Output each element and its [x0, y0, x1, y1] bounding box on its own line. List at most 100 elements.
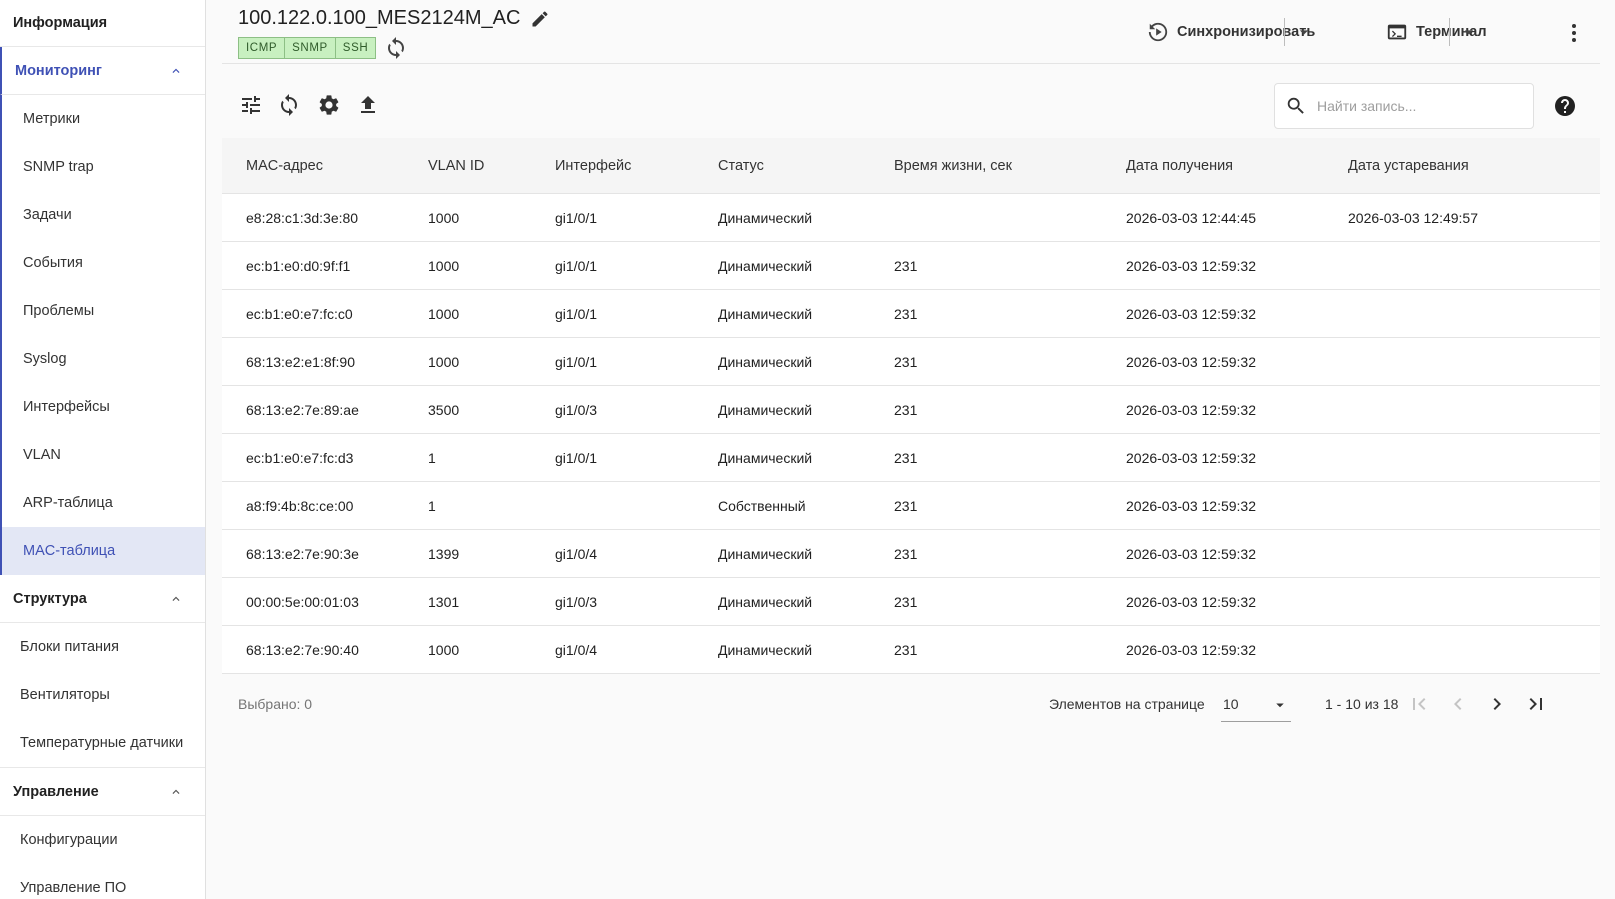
next-page-icon[interactable] [1485, 692, 1509, 716]
sync-button[interactable]: Синхронизировать [1147, 18, 1315, 46]
gear-icon[interactable] [317, 93, 341, 117]
search-box [1274, 83, 1534, 129]
cell-received: 2026-03-03 12:59:32 [1126, 641, 1256, 658]
cell-interface: gi1/0/4 [555, 545, 598, 562]
cell-mac: e8:28:c1:3d:3e:80 [246, 209, 359, 226]
cell-ttl: 231 [894, 641, 918, 658]
sidebar: Информация Мониторинг Метрики SNMP trap … [0, 0, 206, 899]
cell-ttl: 231 [894, 257, 918, 274]
refresh-icon[interactable] [384, 36, 408, 60]
table-row[interactable]: 68:13:e2:7e:89:ae 3500 gi1/0/3 Динамический… [222, 386, 1600, 434]
sidebar-group-structure[interactable]: Структура [0, 575, 205, 623]
sidebar-item-label: События [23, 255, 83, 271]
last-page-icon[interactable] [1524, 692, 1548, 716]
cell-status: Динамический [718, 257, 813, 274]
refresh-icon[interactable] [277, 93, 301, 117]
sync-play-icon [1148, 22, 1168, 42]
table-row[interactable]: a8:f9:4b:8c:ce:00 1 Собственный 231 2026-03-… [222, 482, 1600, 530]
cell-mac: 68:13:e2:7e:89:ae [246, 401, 359, 418]
more-vert-icon[interactable] [1562, 21, 1586, 45]
sidebar-item-configurations[interactable]: Конфигурации [0, 816, 205, 864]
cell-interface: gi1/0/4 [555, 641, 598, 658]
sidebar-item-arp-table[interactable]: ARP-таблица [2, 479, 205, 527]
help-icon[interactable] [1553, 94, 1577, 118]
sidebar-item-events[interactable]: События [2, 239, 205, 287]
sidebar-item-software-management[interactable]: Управление ПО [0, 864, 205, 899]
chevron-up-icon [169, 785, 183, 799]
table-row[interactable]: 68:13:e2:e1:8f:90 1000 gi1/0/1 Динамический… [222, 338, 1600, 386]
table-body: e8:28:c1:3d:3e:80 1000 gi1/0/1 Динамический… [222, 194, 1600, 674]
sidebar-group-label: Управление [13, 783, 99, 800]
sidebar-item-syslog[interactable]: Syslog [2, 335, 205, 383]
sidebar-group-management-items: Конфигурации Управление ПО [0, 816, 205, 899]
table-row[interactable]: 68:13:e2:7e:90:3e 1399 gi1/0/4 Динамический… [222, 530, 1600, 578]
cell-status: Динамический [718, 401, 813, 418]
table-row[interactable]: 00:00:5e:00:01:03 1301 gi1/0/3 Динамический… [222, 578, 1600, 626]
table-toolbar [222, 64, 1600, 138]
page-range: 1 - 10 из 18 [1325, 696, 1399, 712]
sidebar-item-temperature-sensors[interactable]: Температурные датчики [0, 719, 205, 767]
paginator: Выбрано: 0 Элементов на странице 10 1 - … [222, 676, 1600, 732]
table-row[interactable]: ec:b1:e0:e7:fc:d3 1 gi1/0/1 Динамический 231… [222, 434, 1600, 482]
sidebar-item-interfaces[interactable]: Интерфейсы [2, 383, 205, 431]
sidebar-item-label: Температурные датчики [20, 735, 184, 751]
sidebar-item-power-supplies[interactable]: Блоки питания [0, 623, 205, 671]
cell-ttl: 231 [894, 497, 918, 514]
sidebar-item-info[interactable]: Информация [0, 0, 205, 47]
sidebar-item-label: VLAN [23, 447, 61, 463]
cell-received: 2026-03-03 12:59:32 [1126, 545, 1256, 562]
first-page-icon[interactable] [1407, 692, 1431, 716]
cell-vlan: 1399 [428, 545, 460, 562]
column-header-expires[interactable]: Дата устаревания [1348, 158, 1600, 174]
sidebar-item-label: Syslog [23, 351, 67, 367]
sidebar-item-snmp-trap[interactable]: SNMP trap [2, 143, 205, 191]
upload-icon[interactable] [356, 93, 380, 117]
table-row[interactable]: 68:13:e2:7e:90:40 1000 gi1/0/4 Динамический… [222, 626, 1600, 674]
protocol-badge-icmp: ICMP [238, 37, 286, 59]
search-input[interactable] [1317, 84, 1527, 128]
sidebar-item-label: ARP-таблица [23, 495, 113, 511]
page-title: 100.122.0.100_MES2124M_AC [238, 7, 521, 29]
mac-table: MAC-адрес VLAN ID Интерфейс Статус Время… [222, 138, 1600, 674]
column-header-received[interactable]: Дата получения [1126, 158, 1348, 174]
sidebar-item-label: Управление ПО [20, 880, 127, 896]
tune-icon[interactable] [239, 93, 263, 117]
sidebar-group-label: Структура [13, 590, 87, 607]
sidebar-item-label: SNMP trap [23, 159, 94, 175]
sidebar-group-monitoring[interactable]: Мониторинг [0, 47, 205, 95]
column-header-vlan[interactable]: VLAN ID [428, 158, 555, 174]
sidebar-item-metrics[interactable]: Метрики [2, 95, 205, 143]
cell-ttl: 231 [894, 449, 918, 466]
sidebar-group-monitoring-items: Метрики SNMP trap Задачи События Проблем… [0, 95, 205, 575]
prev-page-icon[interactable] [1446, 692, 1470, 716]
per-page-label: Элементов на странице [1049, 696, 1205, 712]
divider [1284, 18, 1285, 46]
column-header-ttl[interactable]: Время жизни, сек [894, 158, 1126, 174]
table-row[interactable]: e8:28:c1:3d:3e:80 1000 gi1/0/1 Динамический… [222, 194, 1600, 242]
per-page-value: 10 [1223, 696, 1239, 712]
cell-received: 2026-03-03 12:59:32 [1126, 449, 1256, 466]
chevron-down-icon[interactable] [1294, 22, 1314, 42]
sidebar-item-problems[interactable]: Проблемы [2, 287, 205, 335]
cell-status: Динамический [718, 641, 813, 658]
pencil-icon[interactable] [530, 9, 550, 29]
sidebar-item-mac-table[interactable]: MAC-таблица [2, 527, 205, 575]
cell-mac: ec:b1:e0:e7:fc:c0 [246, 305, 353, 322]
per-page-select[interactable]: 10 [1221, 688, 1291, 722]
sidebar-item-fans[interactable]: Вентиляторы [0, 671, 205, 719]
chevron-up-icon [169, 592, 183, 606]
chevron-down-icon[interactable] [1459, 22, 1479, 42]
sidebar-group-label: Мониторинг [15, 62, 102, 79]
column-header-interface[interactable]: Интерфейс [555, 158, 718, 174]
table-row[interactable]: ec:b1:e0:e7:fc:c0 1000 gi1/0/1 Динамический… [222, 290, 1600, 338]
column-header-status[interactable]: Статус [718, 158, 894, 174]
sidebar-group-management[interactable]: Управление [0, 768, 205, 816]
table-row[interactable]: ec:b1:e0:d0:9f:f1 1000 gi1/0/1 Динамический… [222, 242, 1600, 290]
column-header-mac[interactable]: MAC-адрес [222, 158, 428, 174]
sidebar-item-label: Интерфейсы [23, 399, 110, 415]
cell-mac: ec:b1:e0:d0:9f:f1 [246, 257, 351, 274]
sidebar-item-vlan[interactable]: VLAN [2, 431, 205, 479]
sidebar-item-tasks[interactable]: Задачи [2, 191, 205, 239]
cell-mac: 68:13:e2:7e:90:3e [246, 545, 359, 562]
cell-ttl: 231 [894, 353, 918, 370]
